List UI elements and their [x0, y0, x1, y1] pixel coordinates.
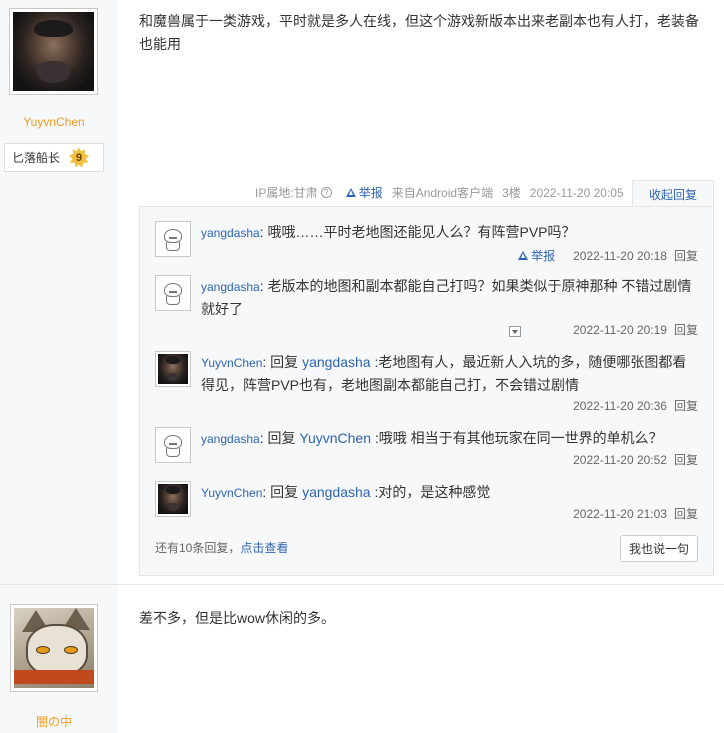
comment-text: :哦哦 相当于有其他玩家在同一世界的单机么？	[371, 430, 663, 446]
comment-text: 哦哦……平时老地图还能见人么？有阵营PVP吗？	[267, 224, 576, 240]
post-meta: IP属地:甘肃 ? 举报 来自Android客户端 3楼 2022-11-20 …	[255, 184, 624, 201]
commenter-avatar[interactable]	[155, 351, 191, 387]
reply-target[interactable]: YuyvnChen	[299, 430, 371, 446]
warning-icon	[518, 251, 529, 260]
view-more-link[interactable]: 点击查看	[240, 541, 288, 555]
comment-text: :对的，是这种感觉	[370, 484, 491, 500]
commenter-name[interactable]: yangdasha	[201, 226, 260, 240]
rank-level: 9	[75, 151, 83, 164]
commenter-avatar[interactable]	[155, 481, 191, 517]
comment-footer: 2022-11-20 20:36 回复	[573, 397, 698, 414]
comment-body: yangdasha: 哦哦……平时老地图还能见人么？有阵营PVP吗？	[201, 224, 576, 240]
rank-name: 匕落船长	[12, 151, 61, 165]
commenter-avatar[interactable]	[155, 427, 191, 463]
comment-reply-link[interactable]: 回复	[674, 397, 698, 414]
comment-time: 2022-11-20 20:36	[573, 398, 667, 413]
reply-prefix: 回复	[270, 354, 303, 370]
comment-reply-link[interactable]: 回复	[674, 505, 698, 522]
author-username[interactable]: YuyvnChen	[0, 115, 108, 129]
avatar-portrait	[13, 12, 94, 91]
post-content: 差不多，但是比wow休闲的多。	[139, 610, 336, 626]
comment-reply-link[interactable]: 回复	[674, 451, 698, 468]
level-star-icon: 9	[68, 147, 90, 169]
comment-report-link[interactable]: 举报	[518, 247, 555, 264]
comment-body: YuyvnChen: 回复 yangdasha :对的，是这种感觉	[201, 484, 491, 500]
more-replies-text: 还有10条回复，	[155, 541, 241, 555]
collapse-replies-button[interactable]: 收起回复	[632, 180, 714, 207]
post-time: 2022-11-20 20:05	[529, 185, 624, 200]
client-label: 来自Android客户端	[392, 184, 493, 201]
reply-target[interactable]: yangdasha	[302, 484, 371, 500]
avatar-portrait	[158, 484, 188, 514]
report-link[interactable]: 举报	[359, 184, 383, 201]
ip-location: IP属地:甘肃	[255, 186, 318, 200]
commenter-name[interactable]: YuyvnChen	[201, 356, 262, 370]
commenter-avatar[interactable]	[155, 221, 191, 257]
comment-footer: 2022-11-20 20:52 回复	[573, 451, 698, 468]
cat-avatar-image	[14, 608, 94, 688]
say-something-button[interactable]: 我也说一句	[620, 535, 698, 562]
reply-list: yangdasha: 哦哦……平时老地图还能见人么？有阵营PVP吗？ 举报 20…	[139, 206, 714, 576]
comment-footer: 2022-11-20 20:19 回复	[573, 321, 698, 338]
comment-text: 老版本的地图和副本都能自己打吗？如果类似于原神那种 不错过剧情就好了	[201, 278, 692, 317]
comment-body: yangdasha: 老版本的地图和副本都能自己打吗？如果类似于原神那种 不错过…	[201, 278, 692, 317]
author-username[interactable]: 闇の中	[0, 713, 108, 730]
author-avatar[interactable]	[9, 8, 98, 95]
comment-reply-link[interactable]: 回复	[674, 321, 698, 338]
post-content: 和魔兽属于一类游戏，平时就是多人在线，但这个游戏新版本出来老副本也有人打，老装备…	[139, 13, 699, 52]
commenter-name[interactable]: YuyvnChen	[201, 486, 262, 500]
reply-prefix: 回复	[270, 484, 303, 500]
comment-footer: 举报 2022-11-20 20:18 回复	[518, 247, 698, 264]
comment-time: 2022-11-20 20:52	[573, 452, 667, 467]
comment-reply-link[interactable]: 回复	[674, 247, 698, 264]
warning-icon	[345, 188, 356, 197]
client-text: 来自Android客户端	[391, 186, 494, 200]
comment-footer: 2022-11-20 21:03 回复	[573, 505, 698, 522]
reply-prefix: 回复	[267, 430, 300, 446]
reply-target[interactable]: yangdasha	[302, 354, 371, 370]
comment-time: 2022-11-20 20:19	[573, 322, 667, 337]
help-icon[interactable]: ?	[320, 187, 332, 198]
comment-time: 2022-11-20 20:18	[573, 248, 667, 263]
floor-number: 3楼	[502, 186, 521, 200]
post-divider	[0, 584, 724, 585]
comment-time: 2022-11-20 21:03	[573, 506, 667, 521]
avatar-portrait	[158, 354, 188, 384]
rank-badge[interactable]: 匕落船长 9	[4, 143, 104, 172]
comment-body: yangdasha: 回复 YuyvnChen :哦哦 相当于有其他玩家在同一世…	[201, 430, 663, 446]
more-replies: 还有10条回复，点击查看	[155, 539, 288, 556]
expand-dropdown-icon[interactable]	[509, 326, 521, 337]
author-avatar[interactable]	[10, 604, 98, 692]
commenter-name[interactable]: yangdasha	[201, 280, 260, 294]
commenter-avatar[interactable]	[155, 275, 191, 311]
comment-report-label: 举报	[531, 249, 556, 263]
commenter-name[interactable]: yangdasha	[201, 432, 260, 446]
comment-body: YuyvnChen: 回复 yangdasha :老地图有人，最近新人入坑的多，…	[201, 354, 687, 393]
